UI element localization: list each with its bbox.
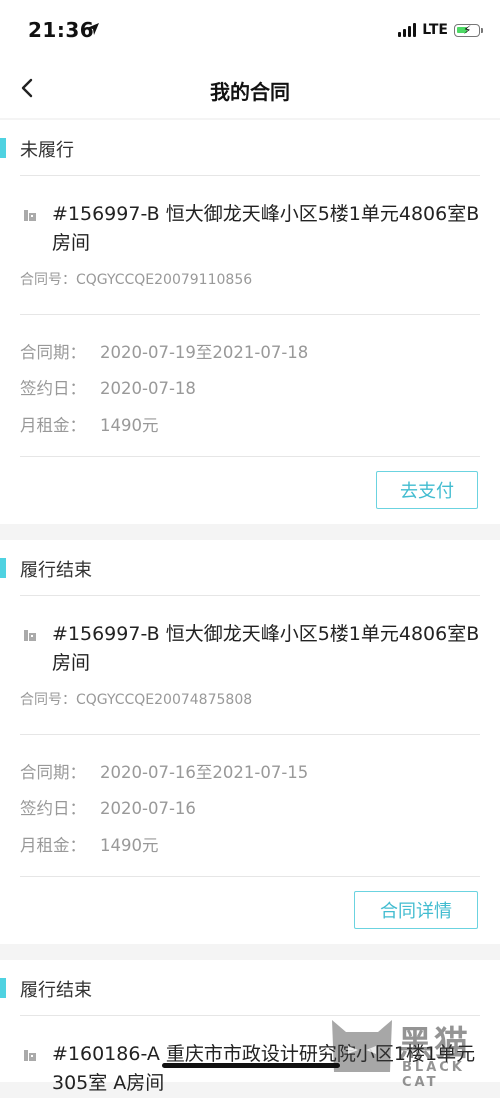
rent-row: 月租金： 1490元 — [20, 832, 159, 856]
rent-row: 月租金： 1490元 — [20, 412, 159, 436]
divider — [20, 876, 480, 877]
location-arrow-icon — [87, 23, 99, 35]
page-title: 我的合同 — [210, 80, 290, 104]
section-accent-bar — [0, 558, 6, 578]
contract-status: 履行结束 — [20, 560, 92, 581]
contract-card: 未履行 #156997-B 恒大御龙天峰小区5楼1单元4806室B房间 合同号：… — [0, 120, 500, 524]
contract-period-row: 合同期： 2020-07-16至2021-07-15 — [20, 759, 308, 783]
rent-label: 月租金： — [20, 416, 86, 435]
rent-value: 1490元 — [100, 836, 159, 855]
sign-date-row: 签约日： 2020-07-16 — [20, 795, 196, 819]
sign-label: 签约日： — [20, 799, 86, 818]
cat-logo-icon — [332, 1020, 392, 1072]
status-time: 21:36 — [28, 18, 95, 42]
section-header: 履行结束 — [0, 960, 500, 1016]
contract-period-row: 合同期： 2020-07-19至2021-07-18 — [20, 339, 308, 363]
period-label: 合同期： — [20, 343, 86, 362]
period-value: 2020-07-19至2021-07-18 — [100, 343, 309, 362]
contract-number: 合同号：CQGYCCQE20074875808 — [20, 692, 253, 708]
rent-label: 月租金： — [20, 836, 86, 855]
house-icon — [24, 630, 36, 641]
section-header: 履行结束 — [0, 540, 500, 596]
contract-card: 履行结束 #156997-B 恒大御龙天峰小区5楼1单元4806室B房间 合同号… — [0, 540, 500, 944]
period-value: 2020-07-16至2021-07-15 — [100, 763, 309, 782]
sign-value: 2020-07-18 — [100, 379, 196, 398]
battery-charging-icon: ⚡ — [454, 23, 483, 37]
divider — [20, 175, 480, 176]
divider — [20, 595, 480, 596]
watermark: 黑猫 BLACK CAT — [328, 1010, 488, 1090]
section-accent-bar — [0, 138, 6, 158]
status-bar: 21:36 LTE ⚡ — [0, 0, 500, 60]
contract-status: 履行结束 — [20, 980, 92, 1001]
contract-details-button[interactable]: 合同详情 — [354, 891, 478, 929]
section-accent-bar — [0, 978, 6, 998]
contract-status: 未履行 — [20, 140, 74, 161]
divider — [20, 734, 480, 735]
section-header: 未履行 — [0, 120, 500, 176]
pay-button[interactable]: 去支付 — [376, 471, 478, 509]
house-icon — [24, 1050, 36, 1061]
watermark-subtext: BLACK CAT — [402, 1060, 465, 1090]
contract-address: #156997-B 恒大御龙天峰小区5楼1单元4806室B房间 — [52, 203, 480, 254]
period-label: 合同期： — [20, 763, 86, 782]
contract-number: 合同号：CQGYCCQE20079110856 — [20, 272, 253, 288]
house-icon — [24, 210, 36, 221]
contract-address: #156997-B 恒大御龙天峰小区5楼1单元4806室B房间 — [52, 623, 480, 674]
watermark-text: 黑猫 — [398, 1024, 470, 1064]
status-indicators: LTE ⚡ — [398, 22, 483, 38]
divider — [20, 314, 480, 315]
rent-value: 1490元 — [100, 416, 159, 435]
sign-value: 2020-07-16 — [100, 799, 196, 818]
divider — [20, 456, 480, 457]
nav-bar: 我的合同 — [0, 60, 500, 118]
signal-icon — [398, 23, 417, 37]
network-type: LTE — [422, 22, 448, 38]
sign-date-row: 签约日： 2020-07-18 — [20, 375, 196, 399]
sign-label: 签约日： — [20, 379, 86, 398]
home-indicator — [162, 1063, 340, 1068]
